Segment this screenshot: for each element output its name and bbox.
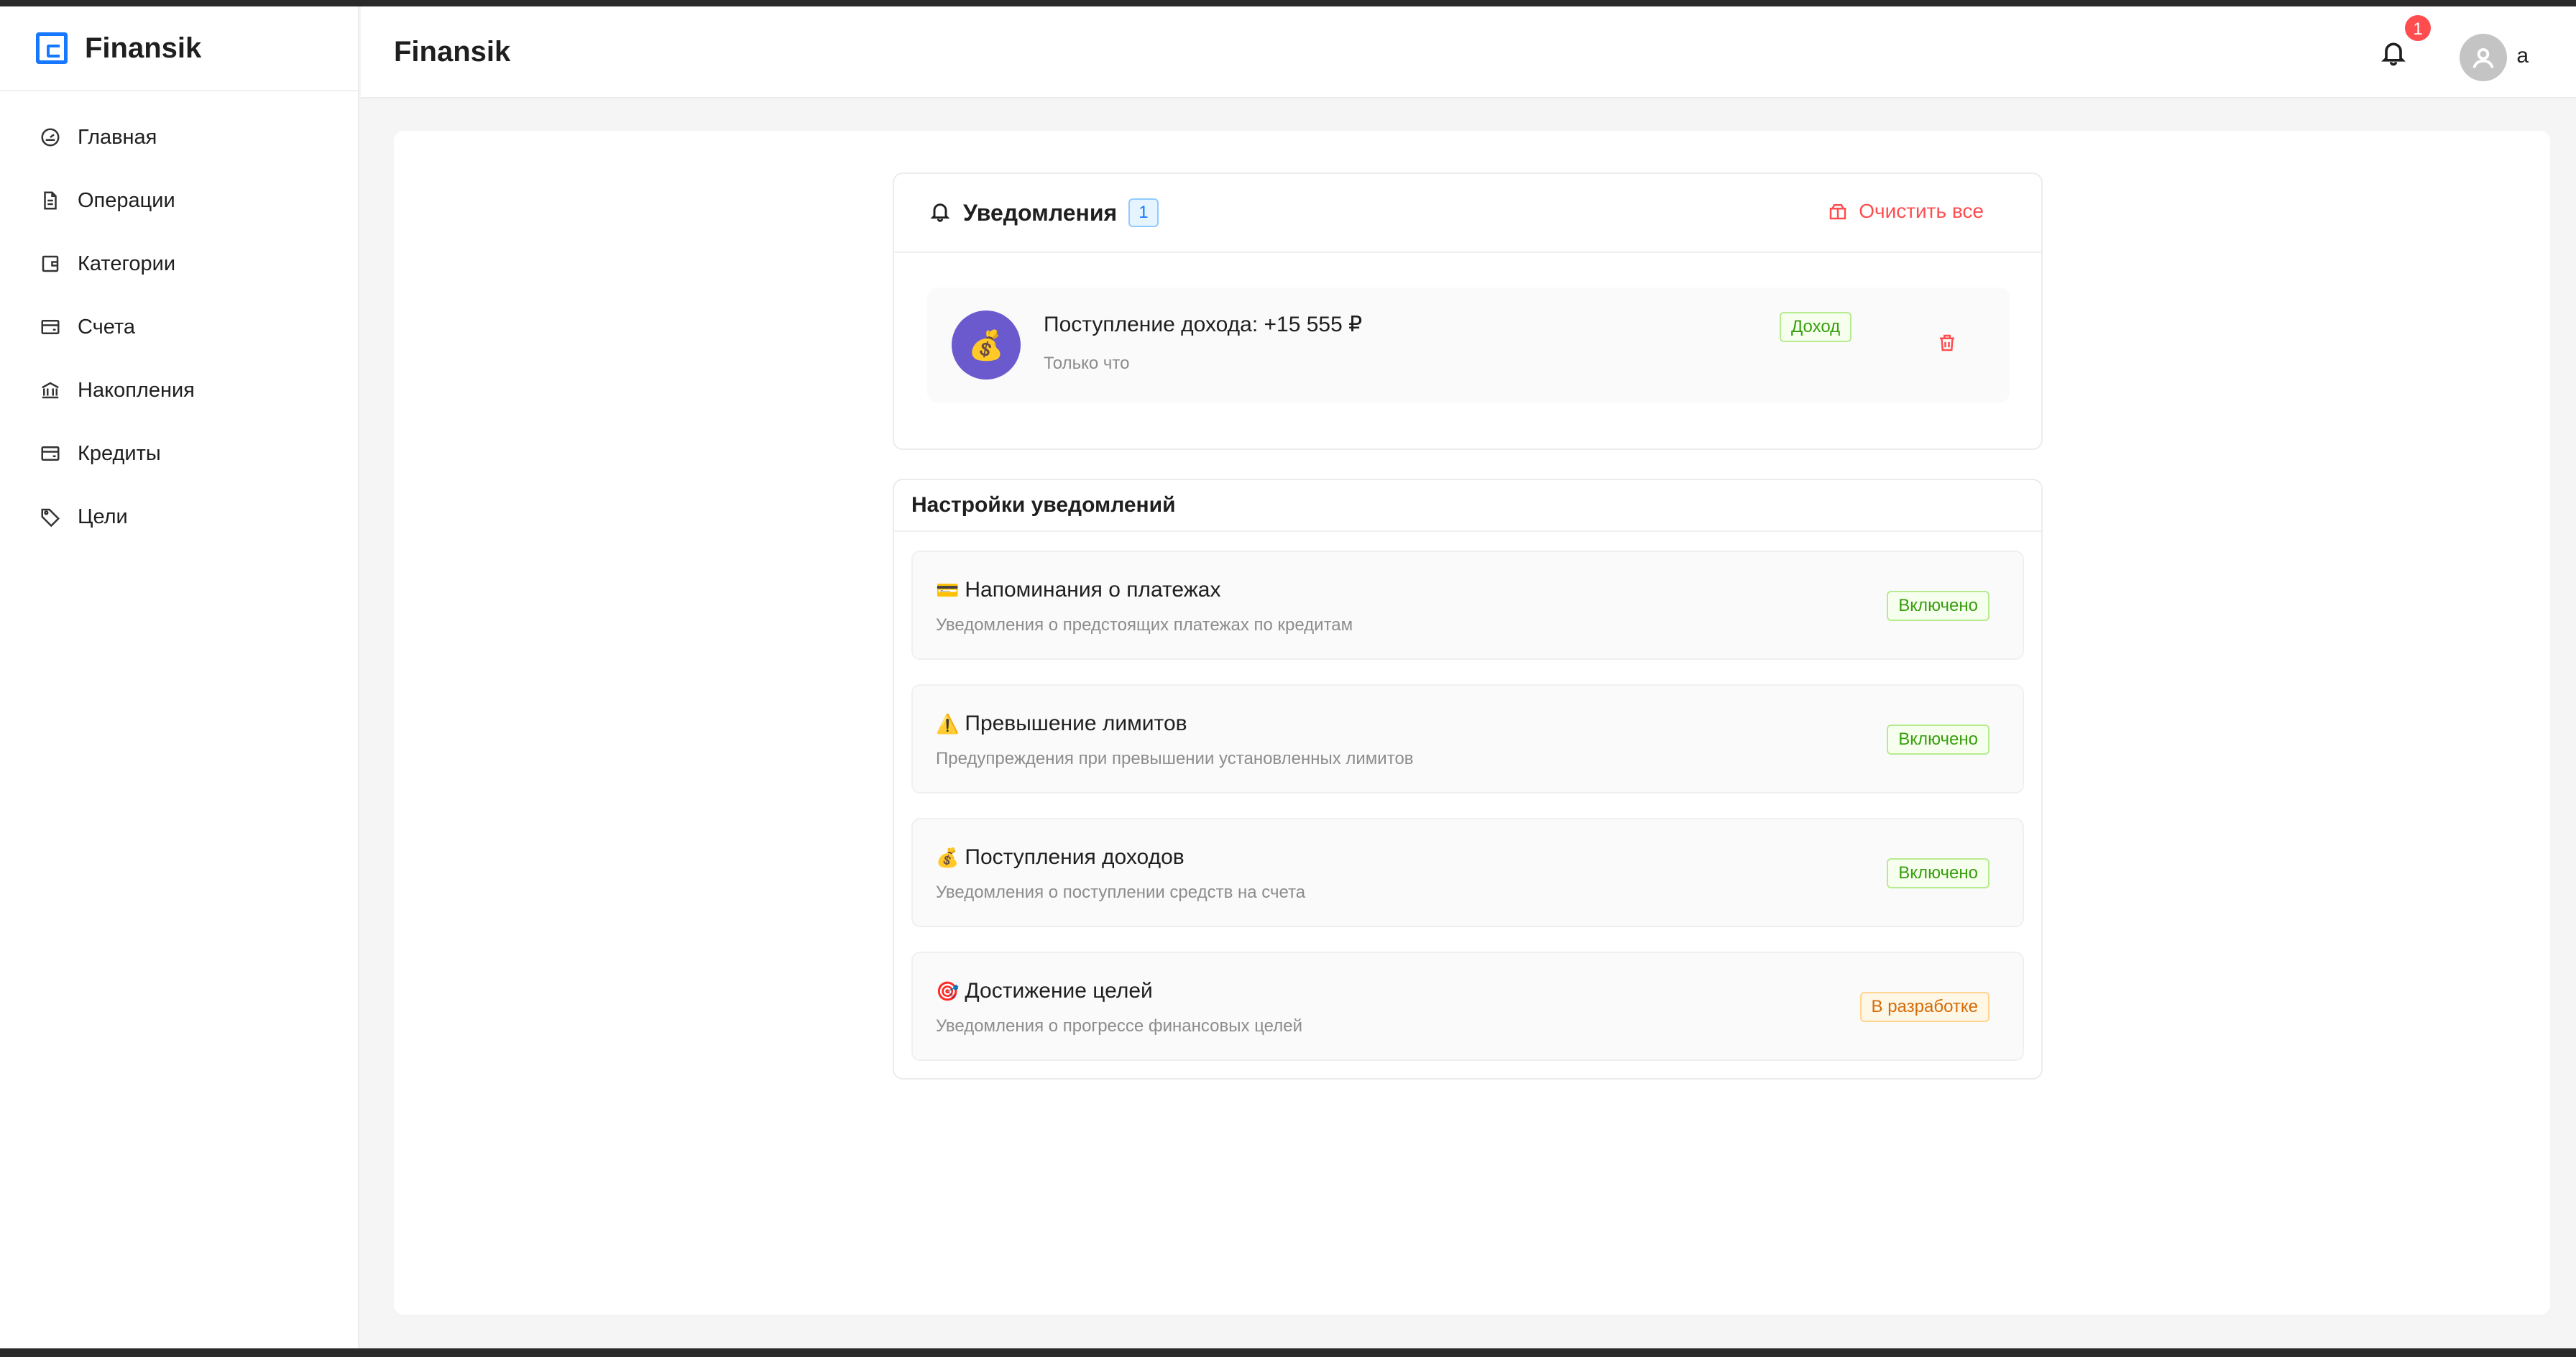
setting-item-income-received: 💰 Поступления доходов Уведомления о пост… <box>911 818 2024 927</box>
setting-title: Поступления доходов <box>965 845 1184 869</box>
main-content: Уведомления 1 Очистить все 💰 Поступление… <box>394 131 2550 1315</box>
wallet-logo-icon <box>36 32 68 64</box>
bell-icon <box>929 200 952 226</box>
sidebar-item-label: Цели <box>78 505 128 528</box>
setting-status-tag: Включено <box>1887 591 1990 621</box>
notification-type-tag: Доход <box>1780 312 1852 342</box>
notification-settings-card: Настройки уведомлений 💳 Напоминания о пл… <box>893 479 2043 1080</box>
setting-description: Уведомления о предстоящих платежах по кр… <box>936 615 1353 635</box>
setting-description: Уведомления о прогрессе финансовых целей <box>936 1016 1302 1036</box>
wallet-icon <box>39 252 62 275</box>
clear-icon <box>1829 204 1846 220</box>
notification-item: 💰 Поступление дохода: +15 555 ₽ Только ч… <box>927 288 2010 402</box>
notifications-card-header: Уведомления 1 Очистить все <box>894 174 2041 253</box>
sidebar-item-home[interactable]: Главная <box>0 106 358 169</box>
sidebar-item-accounts[interactable]: Счета <box>0 295 358 359</box>
sidebar-item-label: Кредиты <box>78 441 161 465</box>
sidebar: Finansik Главная Операции Категории Счет… <box>0 6 359 1348</box>
delete-notification-button[interactable] <box>1936 332 1961 356</box>
sidebar-item-label: Категории <box>78 252 176 275</box>
tag-icon <box>39 505 62 528</box>
sidebar-item-operations[interactable]: Операции <box>0 169 358 232</box>
sidebar-item-categories[interactable]: Категории <box>0 232 358 295</box>
notifications-count-tag: 1 <box>1128 198 1159 227</box>
clear-all-label: Очистить все <box>1859 200 1984 222</box>
bell-icon <box>2381 42 2406 66</box>
user-name[interactable]: a <box>2516 44 2529 68</box>
setting-title-row: 🎯 Достижение целей <box>936 979 1153 1003</box>
setting-title-row: 💳 Напоминания о платежах <box>936 578 1221 602</box>
setting-item-payment-reminders: 💳 Напоминания о платежах Уведомления о п… <box>911 551 2024 660</box>
page-title: Finansik <box>394 35 511 68</box>
credit-card-icon <box>39 316 62 339</box>
money-bag-icon: 💰 <box>968 329 1004 362</box>
bank-icon <box>39 379 62 402</box>
notification-text: Поступление дохода: +15 555 ₽ <box>1044 313 1363 336</box>
setting-item-goal-achievement: 🎯 Достижение целей Уведомления о прогрес… <box>911 952 2024 1061</box>
user-icon <box>2472 47 2494 68</box>
notification-count-badge: 1 <box>2404 14 2432 42</box>
sidebar-item-goals[interactable]: Цели <box>0 485 358 548</box>
setting-title: Превышение лимитов <box>965 712 1187 735</box>
top-header: Finansik 1 a <box>361 6 2576 98</box>
setting-status-tag: В разработке <box>1859 992 1990 1022</box>
target-icon: 🎯 <box>936 980 960 1002</box>
logo-text: Finansik <box>85 32 202 64</box>
logo[interactable]: Finansik <box>0 6 358 91</box>
sidebar-nav: Главная Операции Категории Счета Накопле… <box>0 91 358 548</box>
notification-time: Только что <box>1044 354 1130 373</box>
notifications-bell-button[interactable]: 1 <box>2379 14 2432 70</box>
trash-icon <box>1940 334 1954 351</box>
sidebar-item-label: Счета <box>78 315 135 339</box>
credit-card-icon <box>39 442 62 465</box>
setting-description: Предупреждения при превышении установлен… <box>936 749 1414 768</box>
warning-icon: ⚠️ <box>936 712 960 735</box>
app-window: Finansik Главная Операции Категории Счет… <box>0 6 2576 1348</box>
money-bag-icon: 💰 <box>936 846 960 868</box>
sidebar-item-savings[interactable]: Накопления <box>0 359 358 422</box>
setting-status-tag: Включено <box>1887 724 1990 755</box>
setting-item-limit-exceeded: ⚠️ Превышение лимитов Предупреждения при… <box>911 684 2024 794</box>
clear-all-button[interactable]: Очистить все <box>1827 200 1984 223</box>
setting-title: Напоминания о платежах <box>965 578 1221 602</box>
dashboard-icon <box>39 126 62 149</box>
sidebar-item-credits[interactable]: Кредиты <box>0 422 358 485</box>
sidebar-item-label: Накопления <box>78 378 195 402</box>
setting-status-tag: Включено <box>1887 858 1990 888</box>
setting-description: Уведомления о поступлении средств на сче… <box>936 883 1306 902</box>
setting-title: Достижение целей <box>965 979 1153 1003</box>
money-bag-avatar: 💰 <box>952 310 1021 380</box>
sidebar-item-label: Главная <box>78 125 157 149</box>
notifications-card: Уведомления 1 Очистить все 💰 Поступление… <box>893 172 2043 450</box>
setting-title-row: ⚠️ Превышение лимитов <box>936 712 1187 736</box>
sidebar-item-label: Операции <box>78 188 175 212</box>
user-avatar[interactable] <box>2460 34 2507 81</box>
credit-card-icon: 💳 <box>936 579 960 601</box>
notifications-title: Уведомления <box>963 199 1118 226</box>
setting-title-row: 💰 Поступления доходов <box>936 845 1184 870</box>
file-icon <box>39 189 62 212</box>
settings-title: Настройки уведомлений <box>894 480 2041 532</box>
